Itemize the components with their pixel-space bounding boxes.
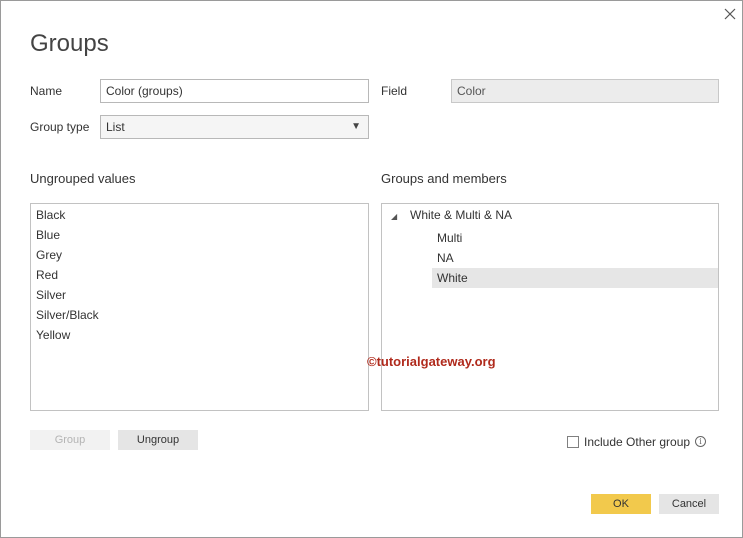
name-input[interactable]: Color (groups) bbox=[100, 79, 369, 103]
include-other-checkbox[interactable] bbox=[567, 436, 579, 448]
ungroup-button[interactable]: Ungroup bbox=[118, 430, 198, 450]
include-other-label: Include Other group bbox=[584, 435, 691, 449]
list-item[interactable]: Blue bbox=[36, 228, 60, 242]
group-node[interactable]: White & Multi & NA bbox=[410, 208, 512, 222]
watermark: ©tutorialgateway.org bbox=[367, 354, 496, 369]
field-value: Color bbox=[451, 79, 719, 103]
group-button[interactable]: Group bbox=[30, 430, 110, 450]
groups-and-members-list[interactable]: ◢ White & Multi & NA Multi NA White bbox=[381, 203, 719, 411]
group-type-value: List bbox=[106, 120, 125, 134]
list-item[interactable]: Black bbox=[36, 208, 65, 222]
member-item-selected[interactable]: White bbox=[432, 268, 718, 288]
list-item[interactable]: Yellow bbox=[36, 328, 70, 342]
ungrouped-values-list[interactable]: Black Blue Grey Red Silver Silver/Black … bbox=[30, 203, 369, 411]
group-type-select[interactable]: List ▼ bbox=[100, 115, 369, 139]
groups-and-members-heading: Groups and members bbox=[381, 171, 507, 186]
list-item[interactable]: Silver/Black bbox=[36, 308, 99, 322]
collapse-triangle-icon[interactable]: ◢ bbox=[391, 212, 397, 221]
cancel-button[interactable]: Cancel bbox=[659, 494, 719, 514]
groups-dialog: Groups Name Color (groups) Field Color G… bbox=[0, 0, 743, 538]
ok-button[interactable]: OK bbox=[591, 494, 651, 514]
close-icon[interactable] bbox=[721, 5, 739, 23]
info-icon[interactable]: i bbox=[695, 436, 706, 447]
group-type-label: Group type bbox=[30, 120, 90, 134]
dropdown-arrow-icon[interactable]: ▼ bbox=[351, 116, 361, 138]
dialog-title: Groups bbox=[30, 30, 109, 57]
list-item[interactable]: Red bbox=[36, 268, 58, 282]
list-item[interactable]: Silver bbox=[36, 288, 66, 302]
member-item[interactable]: NA bbox=[432, 248, 718, 268]
member-item[interactable]: Multi bbox=[432, 228, 718, 248]
list-item[interactable]: Grey bbox=[36, 248, 62, 262]
name-label: Name bbox=[30, 84, 63, 98]
field-label: Field bbox=[381, 84, 408, 98]
ungrouped-values-heading: Ungrouped values bbox=[30, 171, 136, 186]
